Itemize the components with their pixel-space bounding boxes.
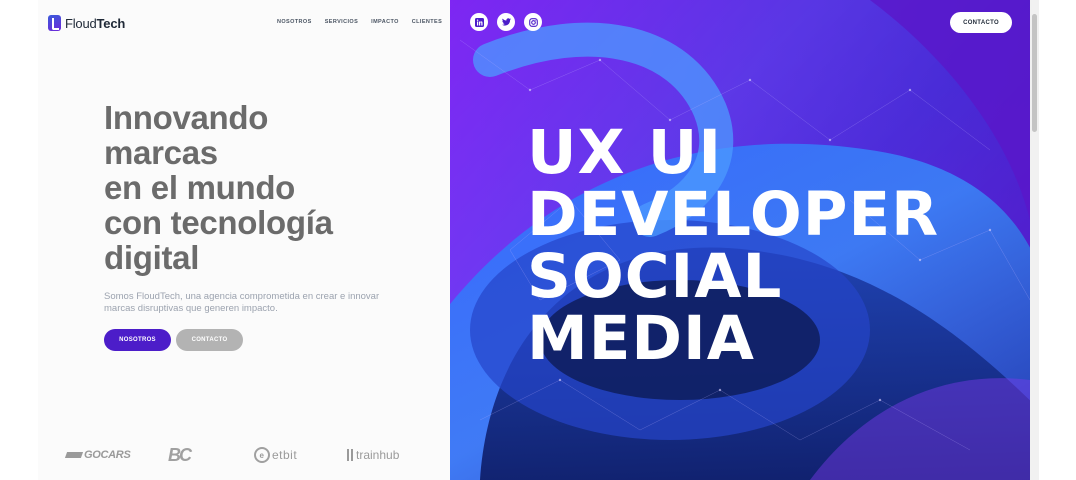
brand-mark-icon bbox=[48, 15, 61, 31]
left-frame-margin bbox=[0, 0, 38, 480]
hero-title-line: con tecnología bbox=[104, 204, 333, 241]
services-line: UX UI bbox=[527, 117, 723, 188]
client-logo-gocars: GOCARS bbox=[64, 440, 131, 470]
contacto-button[interactable]: CONTACTO bbox=[176, 329, 243, 351]
gocars-mark-icon bbox=[64, 452, 84, 458]
client-logo-trainhub: trainhub bbox=[347, 440, 399, 470]
hero-title-line: digital bbox=[104, 239, 200, 276]
client-logo-bc: BC bbox=[168, 444, 192, 465]
instagram-button[interactable] bbox=[524, 13, 542, 31]
hero-title-line: marcas bbox=[104, 134, 218, 171]
services-line: DEVELOPER bbox=[527, 179, 940, 250]
right-frame-margin bbox=[1039, 0, 1076, 480]
nav-item-nosotros[interactable]: NOSOTROS bbox=[277, 19, 312, 25]
instagram-icon bbox=[528, 17, 538, 27]
nav-item-clientes[interactable]: CLIENTES bbox=[412, 19, 442, 25]
header-contacto-button[interactable]: CONTACTO bbox=[950, 12, 1012, 33]
services-line: MEDIA bbox=[527, 303, 755, 374]
social-links bbox=[470, 13, 542, 31]
nav-item-servicios[interactable]: SERVICIOS bbox=[325, 19, 358, 25]
hero-title-line: en el mundo bbox=[104, 169, 296, 206]
left-hero-panel: FloudTech NOSOTROS SERVICIOS IMPACTO CLI… bbox=[38, 0, 450, 480]
services-line: SOCIAL bbox=[527, 241, 783, 312]
brand-name: FloudTech bbox=[65, 15, 126, 31]
page-scrollbar[interactable] bbox=[1030, 0, 1039, 480]
linkedin-button[interactable] bbox=[470, 13, 488, 31]
etbit-mark-icon: e bbox=[254, 447, 270, 463]
hero-title-line: Innovando bbox=[104, 99, 269, 136]
client-logo-etbit: e etbit bbox=[254, 440, 297, 470]
nosotros-button[interactable]: NOSOTROS bbox=[104, 329, 171, 351]
linkedin-icon bbox=[474, 17, 484, 27]
main-nav: NOSOTROS SERVICIOS IMPACTO CLIENTES bbox=[277, 19, 442, 25]
hero-title: Innovando marcas en el mundo con tecnolo… bbox=[104, 100, 444, 275]
twitter-icon bbox=[501, 18, 511, 26]
hero-description: Somos FloudTech, una agencia comprometid… bbox=[104, 291, 380, 314]
nav-item-impacto[interactable]: IMPACTO bbox=[371, 19, 399, 25]
scrollbar-thumb[interactable] bbox=[1032, 14, 1037, 132]
client-logos: GOCARS BC e etbit trainhub bbox=[64, 440, 426, 470]
brand-logo[interactable]: FloudTech bbox=[48, 15, 125, 31]
services-headline: UX UI DEVELOPER SOCIAL MEDIA bbox=[527, 122, 939, 370]
trainhub-mark-icon bbox=[347, 449, 353, 461]
right-visual-panel: CONTACTO UX UI DEVELOPER SOCIAL MEDIA bbox=[450, 0, 1030, 480]
twitter-button[interactable] bbox=[497, 13, 515, 31]
